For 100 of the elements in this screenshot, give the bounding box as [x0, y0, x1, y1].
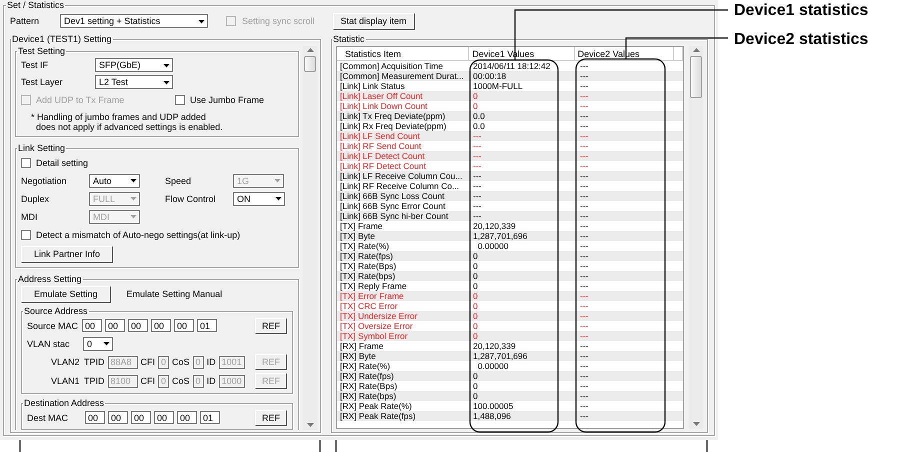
input-field[interactable]: 00: [105, 319, 125, 332]
table-cell-text: [Common] Acquisition Time: [339, 61, 444, 71]
table-cell-text: 0: [472, 331, 479, 341]
field-label: Negotiation: [21, 176, 68, 186]
emulate-button[interactable]: Emulate Setting: [21, 286, 111, 302]
stat-display-button[interactable]: Stat display item: [332, 12, 415, 30]
field-label: CoS: [172, 357, 190, 367]
input-field[interactable]: 00: [85, 411, 105, 424]
table-cell-text: 0: [472, 371, 479, 381]
input-field[interactable]: 00: [131, 411, 151, 424]
scroll-down-icon[interactable]: [306, 423, 314, 428]
table-cell-text: 0: [472, 311, 479, 321]
table-cell-text: 0: [472, 301, 479, 311]
field-label: Speed: [165, 176, 192, 186]
dropdown[interactable]: Dev1 setting + Statistics: [60, 14, 208, 28]
table-cell-text: [TX] Rate(%): [339, 241, 390, 251]
table-cell-text: [Link] LF Send Count: [339, 131, 421, 141]
input-field[interactable]: 00: [151, 319, 171, 332]
table-cell-text: ---: [579, 301, 590, 311]
table-cell-text: [Link] Tx Freq Deviate(ppm): [339, 111, 446, 121]
input-field[interactable]: 00: [177, 411, 197, 424]
table-cell-text: 2014/06/11 18:12:42: [472, 61, 552, 71]
scroll-thumb[interactable]: [304, 56, 316, 72]
ref-button[interactable]: REF: [255, 410, 287, 426]
table-row[interactable]: [Link] 66B Sync Loss Count --- ---: [337, 191, 683, 201]
table-cell-text: [TX] Reply Frame: [339, 281, 408, 291]
table-cell-text: 0: [472, 251, 479, 261]
table-cell-text: [RX] Byte: [339, 351, 377, 361]
dropdown[interactable]: 0: [83, 336, 113, 350]
table-cell-text: ---: [579, 241, 590, 251]
table-cell-text: [Link] LF Detect Count: [339, 151, 426, 161]
field-label: ID: [206, 357, 216, 367]
scroll-up-icon[interactable]: [692, 48, 700, 53]
table-row[interactable]: [Common] Measurement Durat... 00:00:18 ---: [337, 71, 683, 81]
table-row[interactable]: [Link] 66B Sync hi-ber Count --- ---: [337, 211, 683, 221]
table-cell-text: ---: [472, 151, 482, 161]
callout-label: Device2 statistics: [734, 30, 870, 49]
table-row[interactable]: [RX] Byte 1,287,701,696 ---: [337, 351, 683, 361]
table-cell-text: [RX] Rate(Bps): [339, 381, 398, 391]
table-cell-text: [Link] RF Send Count: [339, 141, 422, 151]
table-cell-text: ---: [472, 161, 482, 171]
table-cell-text: [Link] RF Detect Count: [339, 161, 427, 171]
field-label: Duplex: [21, 194, 50, 204]
table-cell-text: 0: [472, 261, 479, 271]
table-row[interactable]: [TX] Rate(fps) 0 ---: [337, 251, 683, 261]
table-cell-text: [Link] 66B Sync Error Count: [339, 201, 446, 211]
table-cell-text: 0: [472, 391, 479, 401]
field-label: CoS: [172, 376, 190, 386]
field-label: Test IF: [21, 60, 50, 70]
scrollbar[interactable]: [689, 46, 703, 429]
table-cell-text: 0.00000: [476, 241, 510, 251]
input-field[interactable]: 00: [82, 319, 102, 332]
table-row[interactable]: [RX] Peak Rate(fps) 1,488,096 ---: [337, 411, 683, 421]
scrollbar[interactable]: [303, 46, 317, 430]
link-partner-button[interactable]: Link Partner Info: [21, 246, 114, 262]
scroll-up-icon[interactable]: [306, 48, 314, 53]
ref-button[interactable]: REF: [255, 318, 287, 334]
checkbox-label: Add UDP to Tx Frame: [36, 94, 124, 104]
table-cell-text: 0.0: [472, 111, 486, 121]
field-label: Flow Control: [165, 194, 217, 204]
table-cell-text: ---: [579, 231, 590, 241]
table-row[interactable]: [Link] Tx Freq Deviate(ppm) 0.0 ---: [337, 111, 683, 121]
table-cell-text: ---: [472, 191, 482, 201]
field-label: VLAN2: [51, 357, 81, 367]
table-cell-text: 0.0: [472, 121, 486, 131]
table-cell-text: [TX] Rate(Bps): [339, 261, 398, 271]
input-field[interactable]: 00: [128, 319, 148, 332]
table-cell-text: ---: [579, 291, 590, 301]
dropdown[interactable]: ON: [233, 192, 285, 206]
table-cell-text: ---: [579, 381, 590, 391]
table-cell-text: [RX] Peak Rate(fps): [339, 411, 417, 421]
input-field[interactable]: 00: [108, 411, 128, 424]
scroll-thumb[interactable]: [690, 56, 702, 98]
input-field[interactable]: 01: [197, 319, 217, 332]
column-header[interactable]: Statistics Item: [337, 47, 470, 60]
input-field[interactable]: 00: [174, 319, 194, 332]
table-cell-text: [RX] Peak Rate(%): [339, 401, 413, 411]
table-cell-text: ---: [472, 211, 482, 221]
dropdown[interactable]: Auto: [89, 174, 140, 188]
checkbox[interactable]: [21, 158, 31, 168]
table-cell-text: ---: [579, 141, 590, 151]
table-row[interactable]: [Link] LF Receive Column Cou... --- ---: [337, 171, 683, 181]
table-row[interactable]: [TX] Byte 1,287,701,696 ---: [337, 231, 683, 241]
table-cell-text: ---: [472, 181, 482, 191]
table-cell-text: ---: [579, 171, 590, 181]
table-cell-text: ---: [579, 101, 590, 111]
dropdown[interactable]: L2 Test: [95, 75, 173, 89]
scroll-down-icon[interactable]: [692, 422, 700, 427]
dropdown[interactable]: SFP(GbE): [95, 58, 173, 72]
table-row[interactable]: [RX] Rate(fps) 0 ---: [337, 371, 683, 381]
input-field[interactable]: 00: [154, 411, 174, 424]
table-row[interactable]: [TX] Rate(bps) 0 ---: [337, 271, 683, 281]
table-row[interactable]: [RX] Rate(bps) 0 ---: [337, 391, 683, 401]
checkbox[interactable]: [175, 94, 185, 104]
table-cell-text: 1000M-FULL: [472, 81, 524, 91]
group-title: Device1 (TEST1) Setting: [11, 34, 113, 44]
input-field[interactable]: 01: [200, 411, 220, 424]
checkbox[interactable]: [21, 230, 31, 240]
table-cell-text: 0: [472, 281, 479, 291]
table-cell-text: 100.00005: [472, 401, 514, 411]
